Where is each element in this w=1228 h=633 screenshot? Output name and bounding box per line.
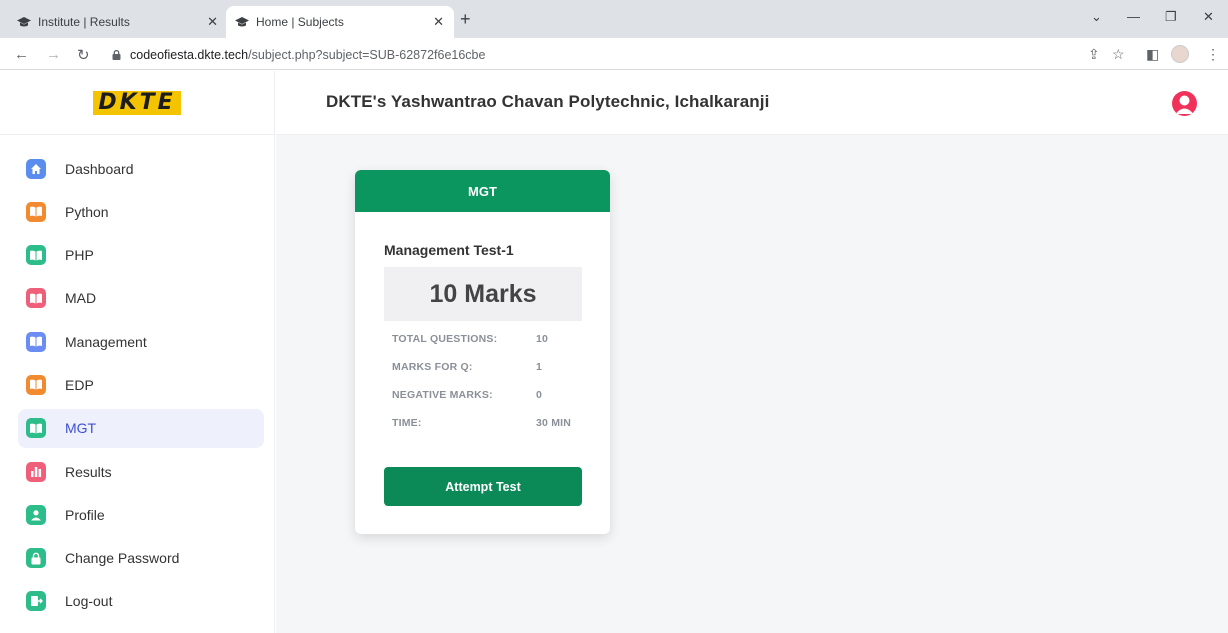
back-icon[interactable]: ←: [14, 46, 29, 63]
sidebar-item-mad[interactable]: MAD: [18, 279, 264, 318]
url-path: /subject.php?subject=SUB-62872f6e16cbe: [248, 48, 486, 62]
book-icon: [26, 331, 46, 352]
sidebar: DKTE Dashboard Python PHP MAD Management EDP M…: [0, 71, 275, 633]
logout-icon: [26, 591, 46, 612]
marks-box: 10 Marks: [384, 267, 582, 321]
restore-icon[interactable]: ❐: [1165, 9, 1177, 25]
book-icon: [26, 245, 46, 266]
sidebar-item-label: EDP: [65, 376, 94, 393]
browser-tab-subjects[interactable]: Home | Subjects ✕: [226, 6, 454, 38]
sidebar-item-label: Python: [65, 203, 109, 220]
sidebar-item-results[interactable]: Results: [18, 452, 264, 491]
share-icon[interactable]: ⇪: [1088, 46, 1100, 63]
url-field[interactable]: codeofiesta.dkte.tech/subject.php?subjec…: [112, 44, 485, 66]
test-card: MGT Management Test-1 10 Marks TOTAL QUE…: [355, 170, 610, 534]
graduation-cap-icon: [235, 17, 249, 27]
detail-label: MARKS FOR Q:: [392, 361, 473, 373]
top-header: DKTE's Yashwantrao Chavan Polytechnic, I…: [276, 71, 1228, 135]
bar-chart-icon: [26, 461, 46, 482]
home-icon: [26, 158, 46, 179]
browser-tab-bar: Institute | Results ✕ Home | Subjects ✕ …: [0, 0, 1228, 38]
detail-value: 10: [536, 333, 549, 345]
menu-dots-icon[interactable]: ⋮: [1206, 46, 1220, 63]
close-icon[interactable]: ✕: [433, 14, 444, 30]
sidebar-item-label: Results: [65, 463, 112, 480]
sidebar-item-label: Change Password: [65, 550, 180, 567]
sidebar-item-dashboard[interactable]: Dashboard: [18, 149, 264, 188]
lock-icon: [26, 548, 46, 569]
forward-icon[interactable]: →: [46, 46, 61, 63]
detail-value: 30 MIN: [536, 417, 572, 429]
sidebar-item-label: Dashboard: [65, 160, 134, 177]
card-subject-header: MGT: [355, 170, 610, 212]
sidebar-item-edp[interactable]: EDP: [18, 365, 264, 404]
detail-value: 0: [536, 389, 543, 401]
app-root: DKTE Dashboard Python PHP MAD Management EDP M…: [0, 71, 1228, 633]
detail-label: NEGATIVE MARKS:: [392, 389, 493, 401]
detail-row: MARKS FOR Q: 1: [392, 361, 582, 389]
book-icon: [26, 288, 46, 309]
sidebar-item-change-password[interactable]: Change Password: [18, 539, 264, 578]
user-icon: [26, 504, 46, 525]
test-name: Management Test-1: [384, 242, 514, 258]
detail-value: 1: [536, 361, 543, 373]
browser-profile-avatar[interactable]: [1171, 45, 1189, 63]
book-icon: [26, 418, 46, 439]
sidebar-item-label: Profile: [65, 506, 105, 523]
test-details: TOTAL QUESTIONS: 10 MARKS FOR Q: 1 NEGATIV…: [392, 333, 582, 445]
browser-tab-results[interactable]: Institute | Results ✕: [8, 6, 228, 38]
attempt-test-button[interactable]: Attempt Test: [384, 467, 582, 506]
sidebar-item-label: Management: [65, 333, 147, 350]
minimize-icon[interactable]: —: [1127, 9, 1140, 24]
side-panel-icon[interactable]: ◧: [1146, 46, 1159, 63]
sidebar-item-log-out[interactable]: Log-out: [18, 582, 264, 621]
page-title: DKTE's Yashwantrao Chavan Polytechnic, I…: [326, 92, 770, 111]
main-content: MGT Management Test-1 10 Marks TOTAL QUE…: [276, 135, 1228, 633]
sidebar-item-profile[interactable]: Profile: [18, 495, 264, 534]
logo-area: DKTE: [0, 71, 274, 135]
tab-title: Institute | Results: [38, 15, 130, 29]
graduation-cap-icon: [17, 17, 31, 27]
sidebar-item-php[interactable]: PHP: [18, 236, 264, 275]
new-tab-icon[interactable]: +: [460, 9, 471, 30]
user-icon: [1175, 95, 1194, 114]
detail-row: TOTAL QUESTIONS: 10: [392, 333, 582, 361]
tab-title: Home | Subjects: [256, 15, 344, 29]
detail-row: NEGATIVE MARKS: 0: [392, 389, 582, 417]
address-bar: ← → ↻ codeofiesta.dkte.tech/subject.php?…: [0, 38, 1228, 70]
sidebar-menu: Dashboard Python PHP MAD Management EDP MGT Res…: [18, 149, 264, 625]
detail-row: TIME: 30 MIN: [392, 417, 582, 445]
sidebar-item-label: MAD: [65, 290, 97, 307]
reload-icon[interactable]: ↻: [77, 46, 90, 64]
book-icon: [26, 374, 46, 395]
window-close-icon[interactable]: ✕: [1203, 9, 1214, 25]
sidebar-item-python[interactable]: Python: [18, 192, 264, 231]
lock-icon: [112, 50, 121, 60]
sidebar-item-label: Log-out: [65, 593, 113, 610]
sidebar-item-label: MGT: [65, 420, 97, 437]
logo[interactable]: DKTE: [93, 90, 181, 115]
close-icon[interactable]: ✕: [207, 14, 218, 30]
tab-search-icon[interactable]: ⌄: [1091, 9, 1102, 25]
detail-label: TOTAL QUESTIONS:: [392, 333, 498, 345]
bookmark-star-icon[interactable]: ☆: [1112, 46, 1125, 63]
sidebar-item-mgt[interactable]: MGT: [18, 408, 264, 448]
url-host: codeofiesta.dkte.tech: [130, 48, 249, 62]
sidebar-item-label: PHP: [65, 247, 94, 264]
book-icon: [26, 201, 46, 222]
sidebar-item-management[interactable]: Management: [18, 322, 264, 361]
user-avatar[interactable]: [1172, 91, 1197, 116]
detail-label: TIME:: [392, 417, 422, 429]
